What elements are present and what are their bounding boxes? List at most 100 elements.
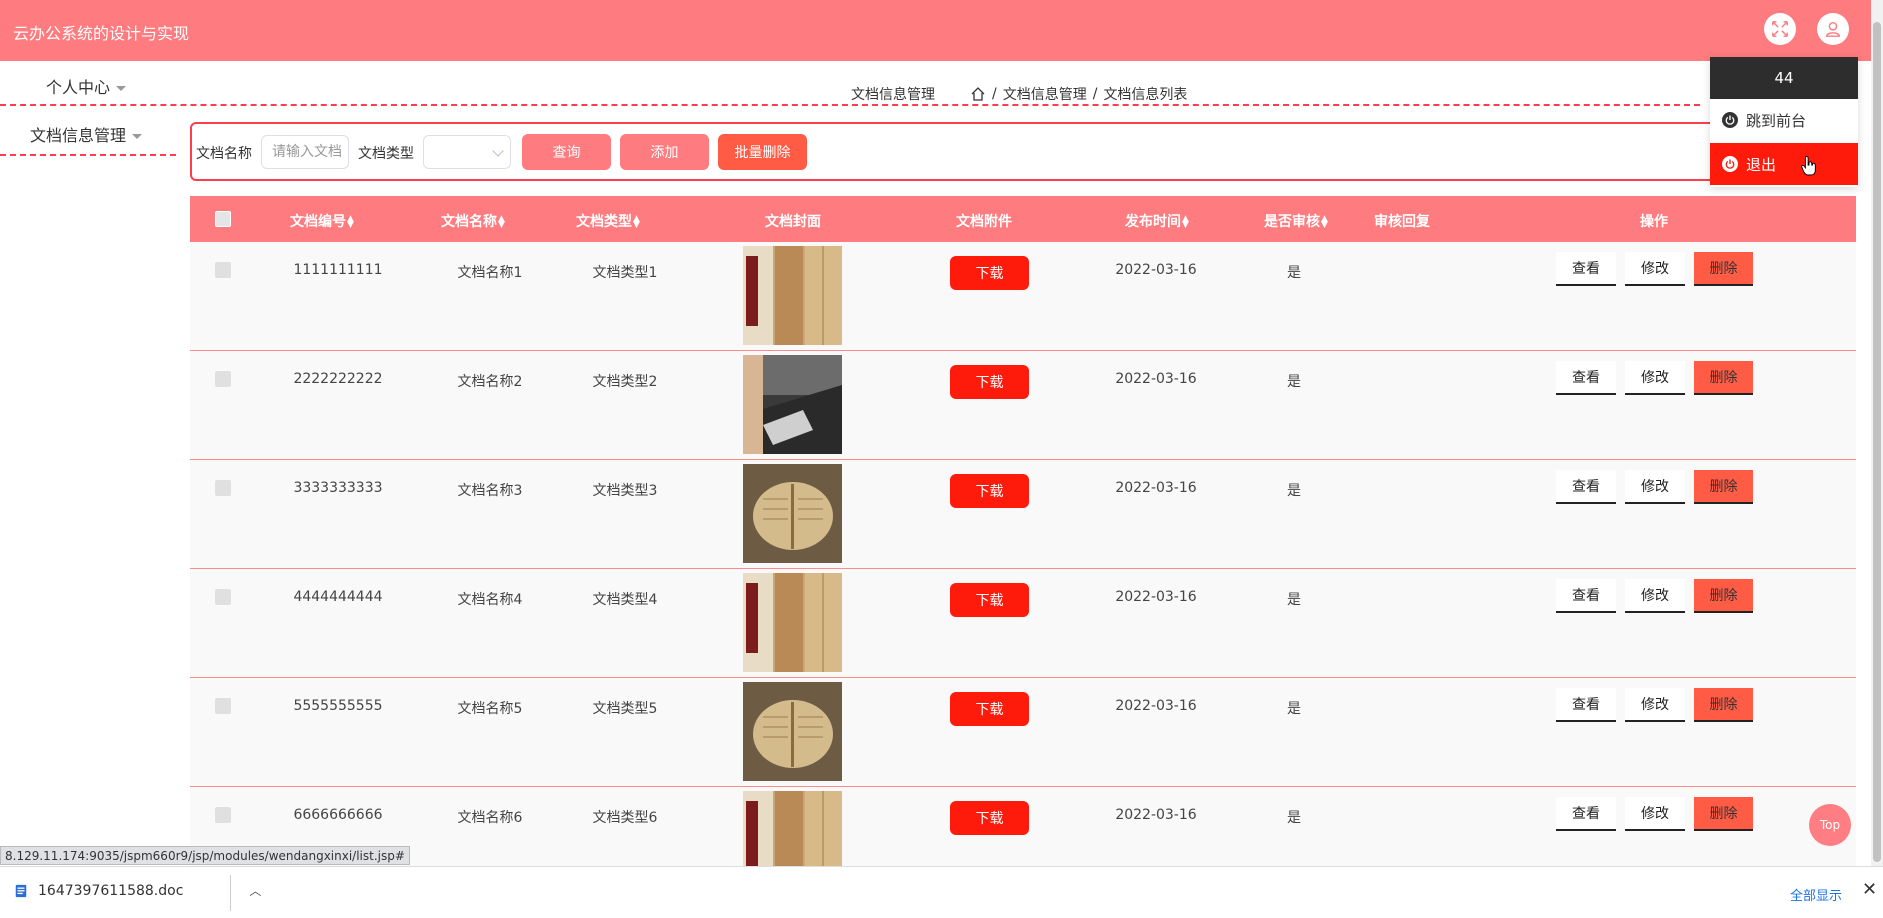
doc-name-cell: 文档名称4: [457, 592, 523, 608]
row-checkbox[interactable]: [215, 480, 231, 496]
chevron-up-icon[interactable]: ︿: [249, 882, 261, 899]
download-button[interactable]: 下载: [950, 474, 1029, 508]
type-label: 文档类型: [358, 146, 414, 162]
col-doc-name[interactable]: 文档名称▲ ▼: [441, 211, 505, 231]
fullscreen-button[interactable]: [1764, 13, 1796, 45]
doc-cover-image: [743, 682, 842, 781]
table-row: 1111111111 文档名称1 文档类型1 下载 2022-03-16 是 查…: [190, 242, 1856, 351]
col-label: 文档编号: [290, 214, 347, 230]
doc-cover-image: [743, 246, 842, 345]
doc-id-cell: 1111111111: [293, 262, 383, 278]
audited-cell: 是: [1287, 592, 1301, 608]
nav-document-management[interactable]: 文档信息管理: [30, 122, 143, 146]
col-label: 文档类型: [576, 214, 633, 230]
view-button[interactable]: 查看: [1556, 579, 1616, 613]
sort-icon: ▲ ▼: [347, 214, 354, 230]
delete-button[interactable]: 删除: [1694, 361, 1753, 395]
edit-button[interactable]: 修改: [1625, 797, 1685, 831]
publish-time-cell: 2022-03-16: [1115, 262, 1197, 278]
download-button[interactable]: 下载: [950, 256, 1029, 290]
download-button[interactable]: 下载: [950, 692, 1029, 726]
breadcrumb-level1[interactable]: 文档信息管理: [1003, 84, 1087, 104]
app-title: 云办公系统的设计与实现: [13, 24, 190, 43]
doc-name-cell: 文档名称5: [457, 701, 523, 717]
row-checkbox[interactable]: [215, 589, 231, 605]
doc-type-cell: 文档类型3: [592, 483, 658, 499]
col-doc-type[interactable]: 文档类型▲ ▼: [576, 211, 640, 231]
user-avatar-button[interactable]: [1817, 13, 1849, 45]
back-to-top-button[interactable]: Top: [1809, 804, 1851, 846]
audited-cell: 是: [1287, 483, 1301, 499]
select-all-checkbox[interactable]: [215, 211, 231, 227]
col-doc-attachment: 文档附件: [956, 214, 1012, 230]
show-all-button[interactable]: 全部显示: [1790, 885, 1842, 904]
doc-name-cell: 文档名称6: [457, 810, 523, 826]
power-icon: [1722, 112, 1738, 128]
row-checkbox[interactable]: [215, 807, 231, 823]
row-checkbox[interactable]: [215, 371, 231, 387]
table-row: 3333333333 文档名称3 文档类型3 下载 2022-03-16 是 查…: [190, 460, 1856, 569]
view-button[interactable]: 查看: [1556, 252, 1616, 286]
delete-button[interactable]: 删除: [1694, 470, 1753, 504]
query-button[interactable]: 查询: [522, 134, 611, 170]
publish-time-cell: 2022-03-16: [1115, 589, 1197, 605]
power-icon: [1722, 156, 1738, 172]
delete-button[interactable]: 删除: [1694, 252, 1753, 286]
batch-delete-button[interactable]: 批量删除: [718, 134, 807, 170]
doc-type-cell: 文档类型2: [592, 374, 658, 390]
col-label: 文档名称: [441, 214, 498, 230]
delete-button[interactable]: 删除: [1694, 688, 1753, 722]
download-button[interactable]: 下载: [950, 365, 1029, 399]
publish-time-cell: 2022-03-16: [1115, 371, 1197, 387]
logout-item[interactable]: 退出: [1710, 143, 1858, 185]
edit-button[interactable]: 修改: [1625, 688, 1685, 722]
downloads-separator: [230, 875, 231, 911]
audited-cell: 是: [1287, 810, 1301, 826]
edit-button[interactable]: 修改: [1625, 579, 1685, 613]
name-label: 文档名称: [196, 146, 252, 162]
row-checkbox[interactable]: [215, 698, 231, 714]
view-button[interactable]: 查看: [1556, 688, 1616, 722]
delete-button[interactable]: 删除: [1694, 579, 1753, 613]
view-button[interactable]: 查看: [1556, 470, 1616, 504]
edit-button[interactable]: 修改: [1625, 470, 1685, 504]
download-button[interactable]: 下载: [950, 583, 1029, 617]
doc-type-cell: 文档类型1: [592, 265, 658, 281]
vertical-scrollbar[interactable]: [1871, 0, 1883, 866]
goto-front-item[interactable]: 跳到前台: [1710, 99, 1858, 141]
type-select[interactable]: [423, 135, 511, 169]
col-publish-time[interactable]: 发布时间▲ ▼: [1125, 211, 1189, 231]
audited-cell: 是: [1287, 374, 1301, 390]
col-audited[interactable]: 是否审核▲ ▼: [1264, 211, 1328, 231]
delete-button[interactable]: 删除: [1694, 797, 1753, 831]
sort-icon: ▲ ▼: [1182, 214, 1189, 230]
doc-id-cell: 3333333333: [293, 480, 383, 496]
table-header: 文档编号▲ ▼ 文档名称▲ ▼ 文档类型▲ ▼ 文档封面 文档附件 发布时间▲ ▼ 是否…: [190, 196, 1856, 242]
row-checkbox[interactable]: [215, 262, 231, 278]
edit-button[interactable]: 修改: [1625, 252, 1685, 286]
doc-id-cell: 2222222222: [293, 371, 383, 387]
caret-down-icon: [132, 134, 143, 139]
name-search-input[interactable]: 请输入文档: [261, 135, 349, 169]
download-item[interactable]: 1647397611588.doc ︿: [14, 882, 261, 899]
table-row: 2222222222 文档名称2 文档类型2 下载 2022-03-16 是 查…: [190, 351, 1856, 460]
download-button[interactable]: 下载: [950, 801, 1029, 835]
user-icon: [1825, 21, 1841, 37]
doc-name-cell: 文档名称2: [457, 374, 523, 390]
sort-icon: ▲ ▼: [633, 214, 640, 230]
edit-button[interactable]: 修改: [1625, 361, 1685, 395]
view-button[interactable]: 查看: [1556, 797, 1616, 831]
sort-icon: ▲ ▼: [498, 214, 505, 230]
fullscreen-icon: [1772, 21, 1788, 37]
scrollbar-thumb[interactable]: [1873, 22, 1881, 862]
home-icon[interactable]: [970, 86, 986, 102]
doc-cover-image: [743, 573, 842, 672]
add-button[interactable]: 添加: [620, 134, 709, 170]
nav-divider: [0, 154, 176, 156]
doc-type-cell: 文档类型5: [592, 701, 658, 717]
doc-type-cell: 文档类型4: [592, 592, 658, 608]
view-button[interactable]: 查看: [1556, 361, 1616, 395]
close-icon[interactable]: ✕: [1862, 879, 1877, 900]
col-doc-id[interactable]: 文档编号▲ ▼: [290, 211, 354, 231]
nav-personal-center[interactable]: 个人中心: [46, 74, 127, 98]
